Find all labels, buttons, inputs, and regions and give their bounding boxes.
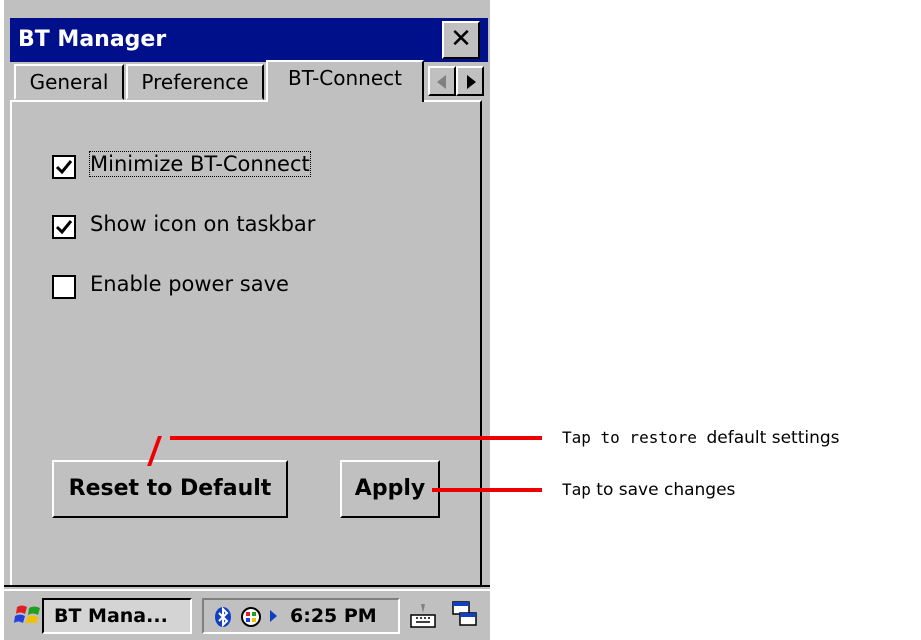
tab-bt-connect[interactable]: BT-Connect [266, 60, 424, 102]
arrow-right-icon [467, 75, 476, 89]
tray-expand-icon[interactable] [270, 610, 277, 622]
callout-line-apply [432, 488, 542, 492]
arrow-left-icon [437, 75, 446, 89]
callout-save-prefix: Tap [562, 480, 591, 499]
switch-windows-icon[interactable] [450, 599, 480, 629]
tab-scroll-left-button[interactable] [428, 66, 456, 96]
tab-preference[interactable]: Preference [126, 64, 264, 100]
close-button[interactable]: ✕ [442, 21, 480, 59]
reset-to-default-button[interactable]: Reset to Default [52, 460, 288, 518]
apply-button[interactable]: Apply [340, 460, 440, 518]
callout-save-suffix: to save changes [590, 480, 736, 500]
callout-save: Tap to save changes [562, 480, 735, 500]
callout-line-reset [170, 436, 542, 440]
callout-restore-prefix: Tap to restore [562, 428, 707, 447]
taskbar: BT Mana... 6:25 PM [4, 589, 490, 640]
tab-scroll-controls [428, 66, 486, 96]
tab-bt-connect-label: BT-Connect [287, 66, 402, 90]
checkbox-show-icon[interactable] [52, 215, 76, 239]
tab-preference-label: Preference [141, 70, 249, 94]
taskbar-bt-manager-button[interactable]: BT Mana... [42, 598, 192, 634]
system-tray: 6:25 PM [202, 598, 400, 634]
checkmark-icon [55, 160, 73, 175]
windows-start-icon[interactable] [14, 601, 42, 629]
network-icon[interactable] [240, 606, 262, 628]
title-bar: BT Manager ✕ [10, 18, 488, 62]
checkmark-icon [55, 220, 73, 235]
option-label: Minimize BT-Connect [89, 151, 311, 177]
divider [4, 585, 490, 587]
bluetooth-icon[interactable] [212, 606, 234, 628]
callout-restore: Tap to restore default settings [562, 428, 840, 448]
tab-general[interactable]: General [14, 64, 124, 100]
callout-restore-suffix: default settings [706, 428, 840, 448]
option-label: Enable power save [90, 272, 289, 296]
window-title: BT Manager [18, 27, 167, 52]
tab-scroll-right-button[interactable] [456, 66, 484, 96]
clock[interactable]: 6:25 PM [290, 605, 377, 627]
tab-general-label: General [29, 70, 109, 94]
checkbox-minimize[interactable] [52, 155, 76, 179]
checkbox-power-save[interactable] [52, 275, 76, 299]
keyboard-icon[interactable] [408, 601, 438, 629]
option-label: Show icon on taskbar [90, 212, 316, 236]
